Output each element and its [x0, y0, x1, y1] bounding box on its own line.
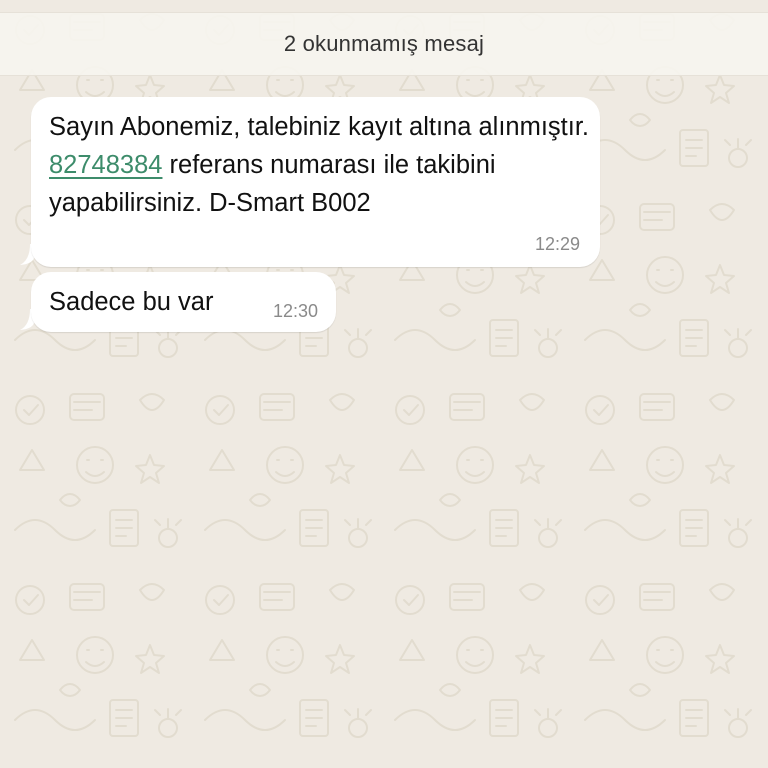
- unread-messages-label: 2 okunmamış mesaj: [283, 31, 485, 56]
- incoming-message-bubble[interactable]: Sadece bu var 12:30: [31, 272, 336, 332]
- unread-messages-banner: 2 okunmamış mesaj: [0, 12, 768, 76]
- message-text-part: Sayın Abonemiz, talebiniz kayıt altına a…: [49, 113, 590, 141]
- message-text: Sadece bu var: [49, 288, 214, 316]
- reference-number-link[interactable]: 82748384: [49, 151, 162, 179]
- message-timestamp: 12:30: [272, 301, 318, 321]
- message-text: Sayın Abonemiz, talebiniz kayıt altına a…: [49, 108, 594, 222]
- incoming-message-bubble[interactable]: Sayın Abonemiz, talebiniz kayıt altına a…: [31, 97, 600, 267]
- message-timestamp: 12:29: [534, 234, 580, 254]
